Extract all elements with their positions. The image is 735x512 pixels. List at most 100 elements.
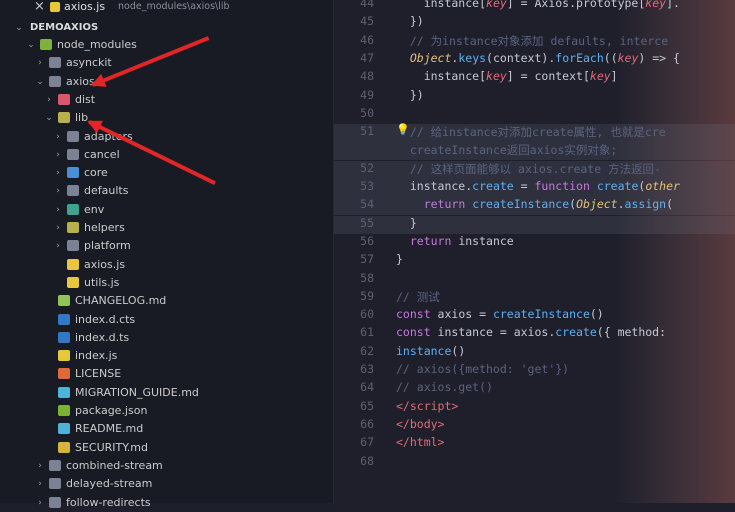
code-line[interactable]: 59 // 测试: [334, 289, 735, 307]
code-text: instance(): [396, 343, 466, 358]
code-line[interactable]: 52 // 这样页面能够以 axios.create 方法返回-: [334, 160, 735, 179]
tree-folder[interactable]: › delayed-stream: [0, 475, 333, 493]
tree-item-label: index.js: [75, 349, 118, 363]
code-line[interactable]: 60 const axios = createInstance(): [334, 307, 735, 325]
tree-folder[interactable]: › platform: [0, 237, 333, 255]
line-number: 53: [360, 179, 374, 193]
tree-file[interactable]: SECURITY.md: [0, 439, 333, 457]
line-number: 55: [360, 215, 374, 230]
explorer-root-label: DEMOAXIOS: [30, 22, 99, 33]
tree-item-label: delayed-stream: [66, 477, 153, 491]
folder-icon: [49, 496, 61, 508]
code-line[interactable]: 45 }): [334, 14, 735, 32]
tree-folder[interactable]: ⌄ node_modules: [0, 36, 333, 54]
tree-folder[interactable]: › defaults: [0, 182, 333, 200]
code-line[interactable]: 55 }: [334, 215, 735, 234]
chevron-down-icon: ⌄: [27, 40, 35, 50]
tree-file[interactable]: README.md: [0, 420, 333, 438]
code-line[interactable]: 63 // axios({method: 'get'}): [334, 362, 735, 380]
code-line[interactable]: createInstance返回axios实例对象;: [334, 142, 735, 161]
chevron-down-icon: ⌄: [45, 113, 53, 124]
tree-file[interactable]: package.json: [0, 402, 333, 420]
tree-file[interactable]: index.d.cts: [0, 311, 333, 329]
code-line[interactable]: 65 </script>: [334, 399, 735, 417]
code-line[interactable]: 48 instance[key] = context[key]: [334, 69, 735, 87]
tree-item-label: helpers: [84, 221, 125, 234]
line-number: 44: [360, 0, 374, 10]
code-line[interactable]: 64 // axios.get(): [334, 380, 735, 398]
code-line[interactable]: 66 </body>: [334, 417, 735, 435]
folder-icon: [67, 185, 79, 197]
code-text: </html>: [396, 435, 445, 450]
ts-file-icon: [58, 313, 70, 325]
code-text: }): [396, 87, 424, 102]
chevron-down-icon: ⌄: [36, 76, 44, 87]
lightbulb-icon[interactable]: 💡: [396, 123, 410, 136]
code-line[interactable]: 61 const instance = axios.create({ method…: [334, 325, 735, 343]
code-line[interactable]: 49 }): [334, 88, 735, 106]
tree-folder[interactable]: ⌄ lib: [0, 109, 333, 127]
tree-file[interactable]: MIGRATION_GUIDE.md: [0, 384, 333, 402]
tree-item-label: combined-stream: [66, 458, 163, 472]
tree-file[interactable]: index.js: [0, 347, 333, 365]
line-number: 66: [360, 416, 374, 431]
tree-file[interactable]: index.d.ts: [0, 329, 333, 347]
code-text: Object.keys(context).forEach((key) => {: [409, 50, 680, 65]
open-editor-tab[interactable]: × axios.js node_modules\axios\lib: [0, 0, 333, 16]
line-number: 51: [360, 124, 374, 139]
tree-folder[interactable]: › helpers: [0, 219, 333, 237]
chevron-right-icon: ›: [47, 94, 51, 105]
folder-icon: [67, 222, 79, 233]
code-line[interactable]: 62 instance(): [334, 344, 735, 362]
js-file-icon: [58, 350, 70, 362]
tree-folder[interactable]: ⌄ axios: [0, 73, 333, 91]
code-text: createInstance返回axios实例对象;: [409, 143, 618, 158]
tree-file[interactable]: utils.js: [0, 274, 333, 292]
tree-item-label: README.md: [75, 422, 144, 436]
folder-icon: [67, 130, 79, 142]
tree-folder[interactable]: › adapters: [0, 128, 333, 146]
line-number: 50: [360, 105, 374, 120]
code-line[interactable]: 67 </html>: [334, 435, 735, 453]
code-text: instance[key] = Axios.prototype[key].: [396, 0, 680, 10]
tree-item-label: LICENSE: [75, 367, 122, 381]
tree-folder[interactable]: › combined-stream: [0, 457, 333, 475]
line-number: 60: [360, 307, 374, 322]
tree-file[interactable]: LICENSE: [0, 365, 333, 383]
code-line[interactable]: 51 // 给instance对添加create属性, 也就是cre: [334, 124, 735, 143]
folder-icon: [67, 148, 79, 160]
line-number: 49: [360, 87, 374, 102]
line-number: 52: [360, 160, 374, 175]
chevron-right-icon: ›: [56, 241, 60, 252]
code-line[interactable]: 68: [334, 454, 735, 472]
code-line[interactable]: 53 instance.create = function create(oth…: [334, 179, 735, 197]
line-number: 45: [360, 14, 374, 29]
code-line[interactable]: 44 instance[key] = Axios.prototype[key].: [334, 0, 735, 14]
code-line[interactable]: 58: [334, 271, 735, 289]
tree-file[interactable]: CHANGELOG.md: [0, 292, 333, 310]
line-number: 63: [360, 362, 374, 376]
code-line[interactable]: 57}: [334, 252, 735, 270]
code-line[interactable]: 50: [334, 106, 735, 124]
tree-folder[interactable]: › core: [0, 164, 333, 182]
tree-item-label: package.json: [75, 404, 148, 417]
code-text: // axios({method: 'get'}): [396, 362, 570, 376]
code-text: return instance: [409, 233, 514, 248]
code-editor[interactable]: 44 instance[key] = Axios.prototype[key].…: [334, 0, 735, 503]
lock-file-icon: [58, 441, 70, 453]
close-icon[interactable]: ×: [34, 0, 45, 14]
tree-item-label: asynckit: [66, 56, 112, 70]
tree-item-label: core: [84, 166, 108, 180]
code-line[interactable]: 46 // 为instance对象添加 defaults, interce: [334, 33, 735, 51]
tree-file[interactable]: axios.js: [0, 256, 333, 274]
tree-folder[interactable]: › dist: [0, 91, 333, 109]
chevron-down-icon: ⌄: [15, 23, 23, 33]
json-file-icon: [58, 405, 70, 416]
tree-folder[interactable]: › env: [0, 201, 333, 219]
code-text: const axios = createInstance(): [396, 307, 604, 322]
explorer-root[interactable]: ⌄ DEMOAXIOS: [0, 19, 333, 37]
tree-item-label: CHANGELOG.md: [75, 294, 167, 308]
code-line[interactable]: 54 return createInstance(Object.assign(: [334, 197, 735, 216]
code-line[interactable]: 56 return instance: [334, 234, 735, 252]
code-line[interactable]: 47 Object.keys(context).forEach((key) =>…: [334, 51, 735, 69]
